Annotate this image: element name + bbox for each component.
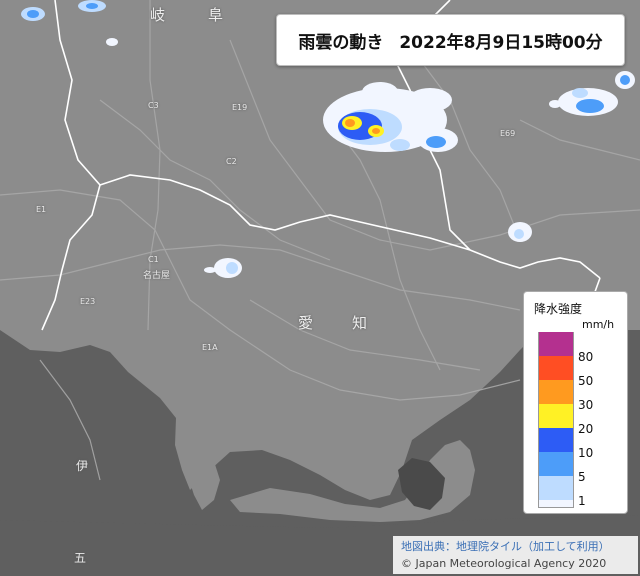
title-datetime: 2022年8月9日15時00分 <box>399 32 603 53</box>
legend-tick-1: 1 <box>578 494 586 508</box>
title-main: 雨雲の動き <box>298 32 384 53</box>
legend-tick-20: 20 <box>578 422 594 436</box>
road-shield-c3: C3 <box>148 101 159 110</box>
road-shield-c2: C2 <box>226 157 237 166</box>
place-label-aichi-2: 知 <box>352 314 368 332</box>
legend-tick-30: 30 <box>578 398 594 412</box>
legend-swatch-80 <box>538 332 574 356</box>
legend-swatch-50 <box>538 356 574 380</box>
copyright-credit: © Japan Meteorological Agency 2020 <box>401 557 607 570</box>
legend-swatch-0 <box>538 500 574 508</box>
road-shield-e19: E19 <box>232 103 248 112</box>
legend-tick-10: 10 <box>578 446 594 460</box>
legend-tick-50: 50 <box>578 374 594 388</box>
legend-swatch-30 <box>538 380 574 404</box>
legend-title: 降水強度 <box>534 302 583 316</box>
legend-tick-5: 5 <box>578 470 586 484</box>
legend-swatch-20 <box>538 404 574 428</box>
place-label-gifu-2: 阜 <box>208 6 224 24</box>
legend-swatch-10 <box>538 428 574 452</box>
title-box: 雨雲の動き 2022年8月9日15時00分 <box>276 14 625 66</box>
map-source-credit[interactable]: 地図出典：地理院タイル（加工して利用） <box>401 538 638 555</box>
legend-swatch-1 <box>538 476 574 500</box>
place-label-aichi-1: 愛 <box>298 314 314 332</box>
road-shield-e1: E1 <box>36 205 47 214</box>
place-label-ise: 伊 <box>76 459 89 473</box>
legend-tick-80: 80 <box>578 350 594 364</box>
place-label-nagoya: 名古屋 <box>143 271 171 281</box>
road-shield-e1a: E1A <box>202 343 218 352</box>
legend-swatch-5 <box>538 452 574 476</box>
precipitation-legend: 降水強度 mm/h 80 50 30 20 10 5 1 <box>523 291 628 514</box>
legend-unit: mm/h <box>582 318 615 331</box>
place-label-go: 五 <box>74 551 87 565</box>
credit-box: 地図出典：地理院タイル（加工して利用） © Japan Meteorologic… <box>393 536 638 574</box>
road-shield-e23: E23 <box>80 297 96 306</box>
road-shield-e69: E69 <box>500 129 516 138</box>
place-label-gifu-1: 岐 <box>150 6 166 24</box>
road-shield-c1: C1 <box>148 255 159 264</box>
